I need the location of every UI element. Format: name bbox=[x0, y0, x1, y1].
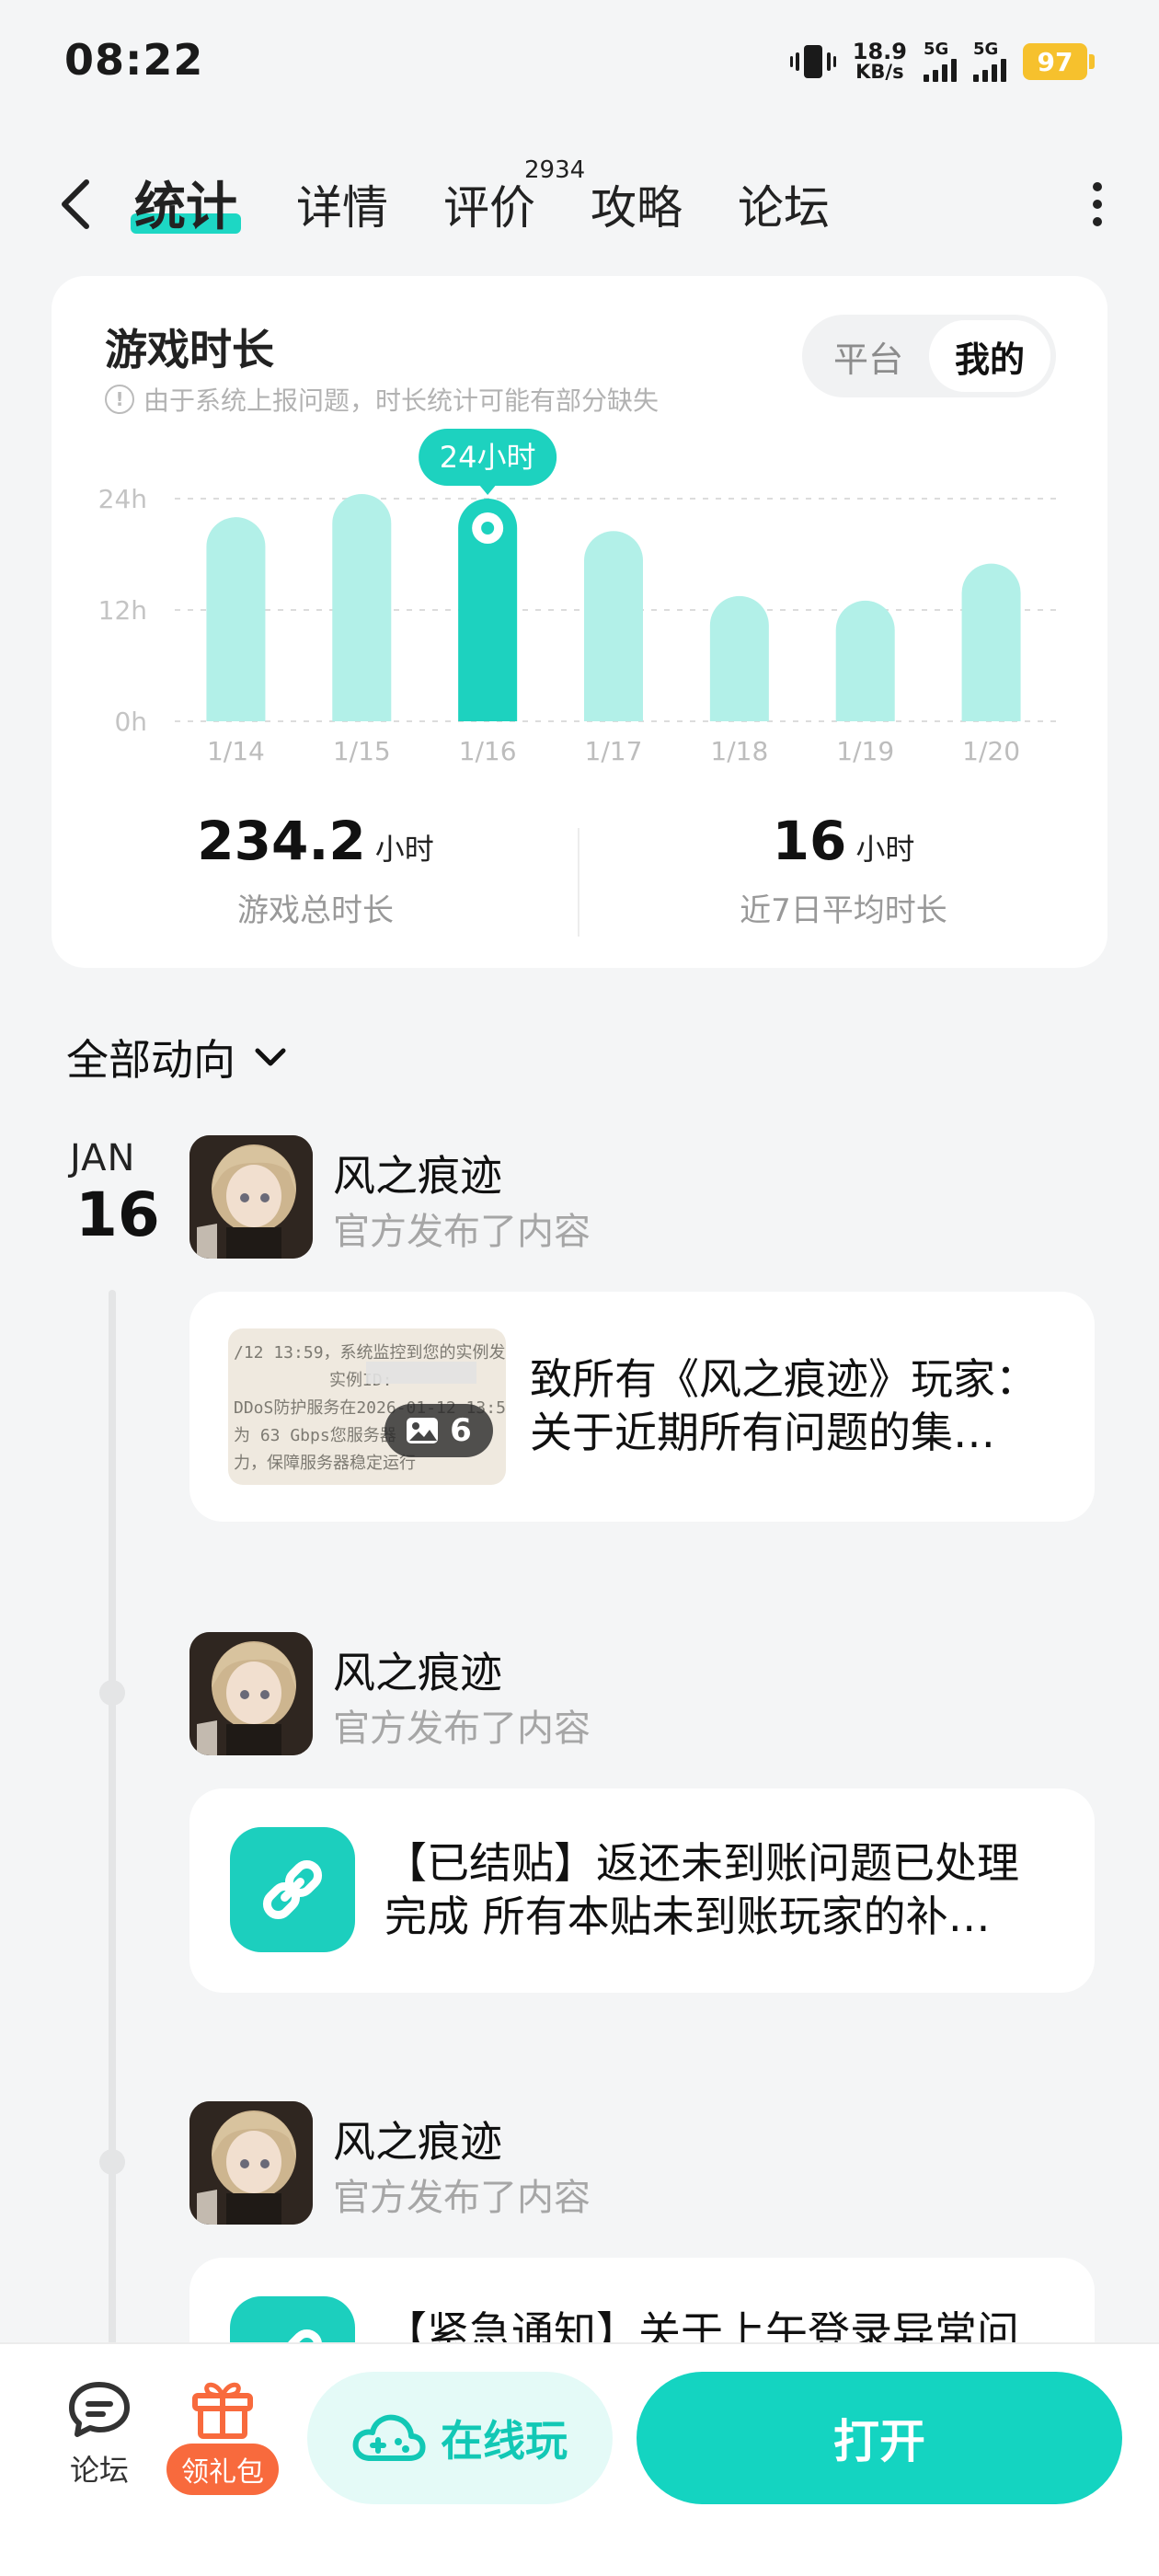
toggle-mine[interactable]: 我的 bbox=[929, 320, 1050, 392]
tab-reviews[interactable]: 评价 bbox=[443, 171, 535, 237]
toggle-platform[interactable]: 平台 bbox=[808, 320, 929, 392]
x-tick-label: 1/19 bbox=[836, 736, 894, 766]
playtime-toggle: 平台 我的 bbox=[802, 315, 1056, 397]
signal-bars-icon bbox=[924, 58, 957, 82]
author-avatar[interactable] bbox=[189, 1135, 313, 1259]
forum-button[interactable]: 论坛 bbox=[53, 2379, 145, 2490]
post-title: 致所有《风之痕迹》玩家： 关于近期所有问题的集… bbox=[530, 1354, 1038, 1457]
playtime-note: ! 由于系统上报问题，时长统计可能有部分缺失 bbox=[105, 381, 659, 418]
post-action: 官方发布了内容 bbox=[333, 2177, 591, 2219]
total-playtime: 234.2 小时 游戏总时长 bbox=[52, 810, 580, 948]
signal-bars-icon bbox=[973, 58, 1006, 82]
gamepad-cloud-icon bbox=[352, 2414, 426, 2461]
highlight-marker-inner bbox=[481, 522, 495, 535]
average-playtime-label: 近7日平均时长 bbox=[740, 892, 947, 929]
back-icon[interactable] bbox=[52, 175, 107, 234]
post-author-name[interactable]: 风之痕迹 bbox=[333, 1639, 502, 1700]
bar-1/14 bbox=[206, 517, 266, 721]
battery-icon: 97 bbox=[1023, 43, 1095, 80]
bar-tooltip-arrow bbox=[478, 484, 498, 495]
bottom-action-bar: 论坛 领礼包 在线玩 打开 bbox=[0, 2342, 1159, 2576]
summary-divider bbox=[578, 828, 580, 937]
author-avatar[interactable] bbox=[189, 2101, 313, 2225]
average-playtime: 16 小时 近7日平均时长 bbox=[580, 810, 1107, 948]
playtime-card: 游戏时长 ! 由于系统上报问题，时长统计可能有部分缺失 平台 我的 24h 12h… bbox=[52, 276, 1107, 968]
post-thumbnail: /12 13:59，系统监控到您的实例发生 实例ID: DDoS防护服务在202… bbox=[228, 1328, 506, 1485]
timeline-month: JAN bbox=[70, 1137, 136, 1179]
play-online-button[interactable]: 在线玩 bbox=[307, 2372, 613, 2504]
chevron-down-icon bbox=[255, 1048, 286, 1066]
game-character-avatar-image bbox=[189, 2101, 313, 2225]
tab-stats[interactable]: 统计 bbox=[134, 166, 237, 240]
x-tick-label: 1/20 bbox=[962, 736, 1020, 766]
author-avatar[interactable] bbox=[189, 1632, 313, 1755]
gift-pack-button[interactable]: 领礼包 bbox=[158, 2375, 287, 2495]
vibrate-icon bbox=[789, 45, 836, 78]
signal-5g-1: 5G bbox=[924, 41, 957, 82]
post-title: 【已结贴】返还未到账问题已处理 完成 所有本贴未到账玩家的补… bbox=[384, 1838, 1019, 1941]
link-icon bbox=[230, 1827, 355, 1952]
more-options-icon[interactable] bbox=[1084, 177, 1111, 232]
tab-details[interactable]: 详情 bbox=[296, 171, 388, 237]
bar-1/19 bbox=[835, 600, 895, 721]
info-icon: ! bbox=[105, 385, 134, 414]
x-tick-label: 1/15 bbox=[333, 736, 391, 766]
post-card[interactable]: /12 13:59，系统监控到您的实例发生 实例ID: DDoS防护服务在202… bbox=[189, 1292, 1095, 1522]
post-author-name[interactable]: 风之痕迹 bbox=[333, 2109, 502, 2169]
total-playtime-value: 234.2 bbox=[197, 810, 366, 872]
review-count-badge: 2934 bbox=[524, 156, 586, 184]
status-icons: 18.9 KB/s 5G 5G 97 bbox=[789, 37, 1095, 86]
timeline-dot bbox=[99, 2149, 125, 2175]
status-time: 08:22 bbox=[64, 35, 204, 85]
y-tick-label: 12h bbox=[98, 595, 147, 626]
post-action: 官方发布了内容 bbox=[333, 1211, 591, 1253]
tab-bar: 统计 详情 评价 2934 攻略 论坛 bbox=[0, 147, 1159, 258]
tab-guides[interactable]: 攻略 bbox=[591, 171, 683, 237]
timeline-dot bbox=[99, 1680, 125, 1706]
gift-icon bbox=[192, 2382, 253, 2439]
tab-forum[interactable]: 论坛 bbox=[738, 171, 830, 237]
average-playtime-value: 16 bbox=[772, 810, 847, 872]
bar-1/20 bbox=[961, 563, 1021, 721]
y-tick-label: 24h bbox=[98, 484, 147, 514]
bar-tooltip-text: 24小时 bbox=[440, 440, 536, 475]
forum-chat-icon bbox=[69, 2382, 130, 2437]
y-tick-label: 0h bbox=[114, 707, 147, 737]
image-count-badge: 6 bbox=[384, 1404, 493, 1457]
game-character-avatar-image bbox=[189, 1632, 313, 1755]
playtime-bar-chart: 24h 12h 0h 1/14 1/15 1/16 24小时 1/17 1/18 1/19 1/20 bbox=[98, 429, 1056, 766]
x-tick-label: 1/14 bbox=[207, 736, 265, 766]
total-playtime-unit: 小时 bbox=[374, 832, 434, 867]
post-author-name[interactable]: 风之痕迹 bbox=[333, 1143, 502, 1203]
average-playtime-unit: 小时 bbox=[855, 832, 915, 867]
feed-filter-dropdown[interactable]: 全部动向 bbox=[66, 1027, 289, 1087]
bar-1/15 bbox=[332, 493, 392, 721]
playtime-title: 游戏时长 bbox=[105, 325, 274, 374]
timeline-day: 16 bbox=[75, 1179, 160, 1250]
image-icon bbox=[407, 1418, 439, 1443]
x-tick-label: 1/17 bbox=[585, 736, 643, 766]
open-game-button[interactable]: 打开 bbox=[637, 2372, 1122, 2504]
timeline-line bbox=[109, 1290, 116, 2440]
x-tick-label: 1/18 bbox=[710, 736, 768, 766]
bar-1/17 bbox=[584, 531, 643, 721]
post-action: 官方发布了内容 bbox=[333, 1708, 591, 1750]
post-card[interactable]: 【已结贴】返还未到账问题已处理 完成 所有本贴未到账玩家的补… bbox=[189, 1788, 1095, 1993]
status-bar: 08:22 18.9 KB/s 5G 5G 97 bbox=[0, 0, 1159, 129]
game-character-avatar-image bbox=[189, 1135, 313, 1259]
x-tick-label: 1/16 bbox=[459, 736, 517, 766]
playtime-summary: 234.2 小时 游戏总时长 16 小时 近7日平均时长 bbox=[52, 810, 1107, 948]
bar-1/18 bbox=[709, 595, 769, 721]
total-playtime-label: 游戏总时长 bbox=[237, 892, 394, 929]
signal-5g-2: 5G bbox=[973, 41, 1006, 82]
network-speed: 18.9 KB/s bbox=[852, 39, 907, 83]
feed-filter-label: 全部动向 bbox=[66, 1035, 235, 1085]
